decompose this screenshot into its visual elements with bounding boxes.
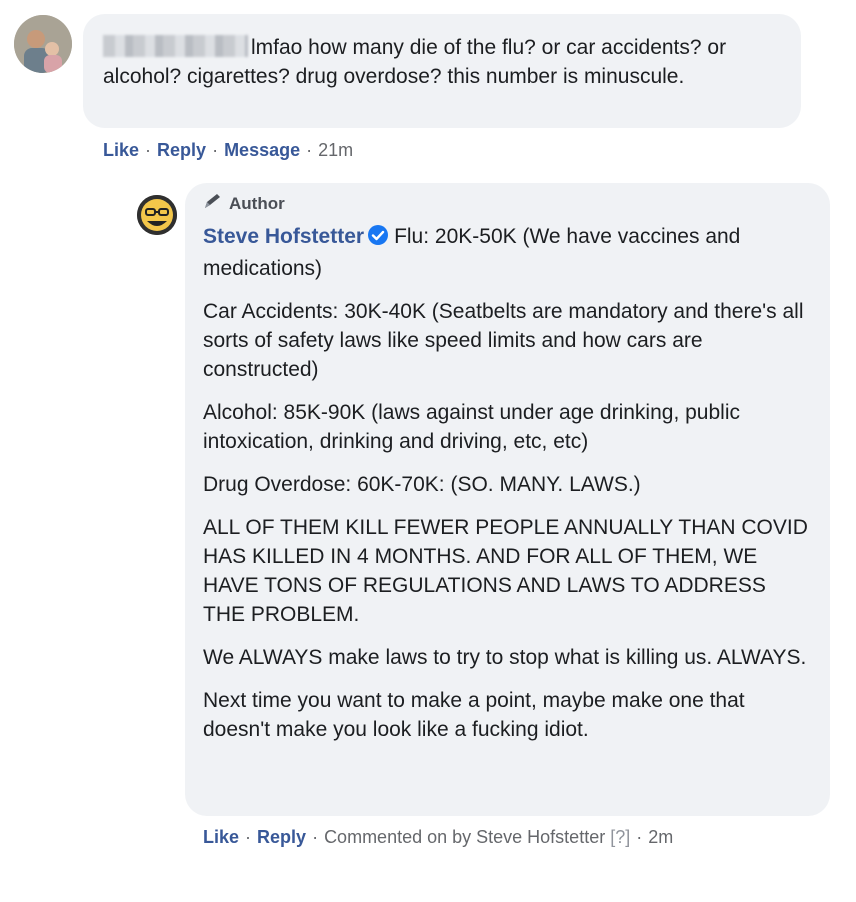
reply-link[interactable]: Reply: [257, 827, 306, 847]
commented-on-by-text: Commented on by Steve Hofstetter: [324, 827, 606, 847]
help-link[interactable]: [?]: [610, 827, 630, 847]
author-name-link[interactable]: Steve Hofstetter: [203, 225, 364, 248]
separator-dot: ·: [212, 140, 219, 160]
separator-dot: ·: [636, 827, 643, 847]
author-badge: Author: [203, 192, 812, 216]
reply-paragraph: Car Accidents: 30K-40K (Seatbelts are ma…: [203, 300, 804, 381]
redacted-username: [103, 35, 248, 57]
verified-badge-icon: [367, 224, 389, 254]
reply-actions: Like · Reply · Commented on by Steve Hofstet…: [203, 826, 673, 848]
separator-dot: ·: [145, 140, 152, 160]
separator-dot: ·: [245, 827, 252, 847]
reply-paragraph: Drug Overdose: 60K-70K: (SO. MANY. LAWS.…: [203, 473, 641, 496]
message-link[interactable]: Message: [224, 140, 300, 160]
comment-bubble: lmfao how many die of the flu? or car ac…: [83, 14, 801, 128]
reply-paragraph: ALL OF THEM KILL FEWER PEOPLE ANNUALLY T…: [203, 516, 808, 626]
author-avatar[interactable]: [137, 195, 177, 235]
separator-dot: ·: [306, 140, 313, 160]
reply-link[interactable]: Reply: [157, 140, 206, 160]
timestamp[interactable]: 2m: [648, 827, 673, 847]
like-link[interactable]: Like: [203, 827, 239, 847]
author-badge-label: Author: [229, 194, 285, 213]
reply-paragraph: We ALWAYS make laws to try to stop what …: [203, 646, 807, 669]
commenter-avatar[interactable]: [14, 15, 72, 73]
reply-bubble: Author Steve Hofstetter Flu: 20K-50K (We …: [185, 183, 830, 816]
comment-actions: Like · Reply · Message · 21m: [103, 139, 353, 161]
reply-paragraph: Next time you want to make a point, mayb…: [203, 689, 745, 741]
pencil-icon: [203, 192, 223, 216]
separator-dot: ·: [312, 827, 319, 847]
reply-paragraph: Alcohol: 85K-90K (laws against under age…: [203, 401, 740, 453]
reply-first-paragraph: Steve Hofstetter Flu: 20K-50K (We have va…: [203, 222, 812, 283]
timestamp[interactable]: 21m: [318, 140, 353, 160]
comment-text-row: lmfao how many die of the flu? or car ac…: [103, 33, 781, 91]
like-link[interactable]: Like: [103, 140, 139, 160]
